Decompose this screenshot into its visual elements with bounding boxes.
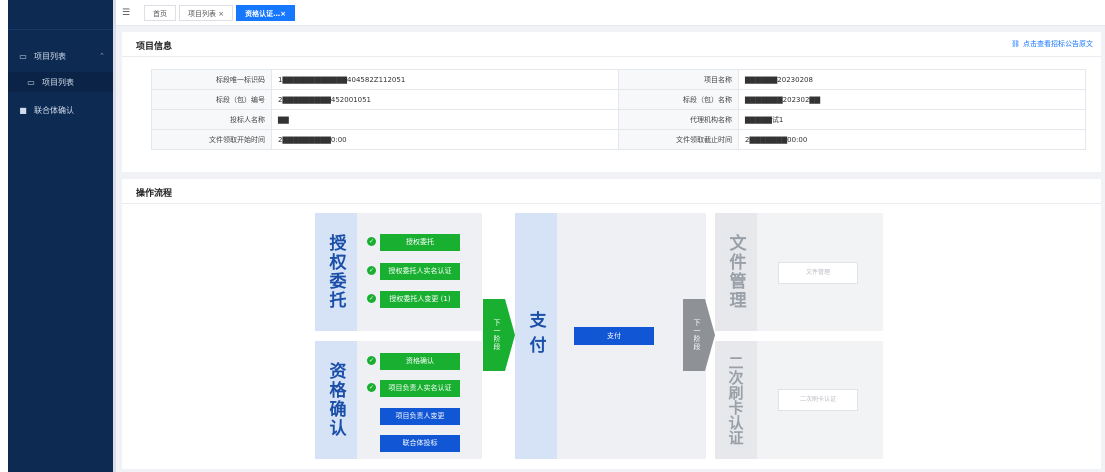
sidebar-item-label: 联合体确认: [34, 105, 74, 115]
field-value: ▇▇: [271, 109, 619, 130]
field-value: ▇▇▇▇▇▇20230208: [738, 69, 1086, 90]
field-value: 1▇▇▇▇▇▇▇▇▇▇▇▇404582Z112051: [271, 69, 619, 90]
field-label: 项目名称: [618, 69, 739, 90]
left-gutter: [0, 0, 8, 472]
sidebar-item-label: 项目列表: [42, 77, 74, 87]
field-label: 文件领取截止时间: [618, 129, 739, 150]
field-label: 投标人名称: [151, 109, 272, 130]
second-card-auth-button[interactable]: 二次刷卡认证: [778, 389, 858, 411]
tab-qualification[interactable]: 资格认证…×: [236, 4, 295, 21]
chevron-up-icon[interactable]: ⌃: [99, 52, 105, 60]
step-authorization[interactable]: 授权委托: [380, 234, 460, 251]
sidebar-item-project-list-group[interactable]: ▭ 项目列表 ⌃: [8, 46, 113, 66]
chat-icon: ■: [19, 105, 27, 115]
project-info-table: 标段唯一标识码 1▇▇▇▇▇▇▇▇▇▇▇▇404582Z112051 项目名称 …: [151, 69, 1086, 150]
step-authorizer-realname[interactable]: 授权委托人实名认证: [380, 263, 460, 280]
process-card: 操作流程 授权委托 ✓ 授权委托 ✓ 授权委托人实名认证 ✓ 授权委托人变更 (…: [122, 179, 1101, 469]
announcement-link[interactable]: ⛓ 点击查看招标公告原文: [1011, 39, 1093, 49]
process-flow: 授权委托 ✓ 授权委托 ✓ 授权委托人实名认证 ✓ 授权委托人变更 (1) 资格…: [122, 179, 1101, 469]
next-stage-label: 下一阶段: [693, 319, 701, 351]
stage-qualification-title: 资格确认: [325, 362, 346, 438]
next-stage-arrow: 下一阶段: [483, 299, 515, 371]
stage-card-title: 二次刷卡认证: [726, 355, 745, 445]
tab-project-list[interactable]: 项目列表 ×: [179, 4, 234, 21]
step-qualification-confirm[interactable]: 资格确认: [380, 353, 460, 370]
tab-bar: ☰ 首页 项目列表 × 资格认证…×: [116, 0, 1105, 26]
step-authorizer-change[interactable]: 授权委托人变更 (1): [380, 291, 460, 308]
table-row: 标段（包）编号 2▇▇▇▇▇▇▇▇▇452001051 标段（包）名称 ▇▇▇▇…: [151, 89, 1086, 110]
check-icon: ✓: [367, 266, 376, 275]
step-pm-change[interactable]: 项目负责人变更: [380, 408, 460, 425]
table-row: 文件领取开始时间 2▇▇▇▇▇▇▇▇▇0:00 文件领取截止时间 2▇▇▇▇▇▇…: [151, 129, 1086, 150]
folder-icon: ▭: [19, 51, 27, 61]
next-stage-label: 下一阶段: [493, 319, 501, 351]
step-consortium-bid[interactable]: 联合体投标: [380, 435, 460, 452]
next-stage-arrow: 下一阶段: [683, 299, 715, 371]
field-value: 2▇▇▇▇▇▇▇▇▇452001051: [271, 89, 619, 110]
sidebar-item-project-list[interactable]: ▭ 项目列表: [8, 72, 113, 92]
step-pm-realname[interactable]: 项目负责人实名认证: [380, 380, 460, 397]
link-icon: ⛓: [1011, 40, 1020, 48]
main-area: 项目信息 ⛓ 点击查看招标公告原文 标段唯一标识码 1▇▇▇▇▇▇▇▇▇▇▇▇40…: [116, 26, 1105, 472]
section-title: 项目信息: [136, 42, 173, 52]
check-icon: ✓: [367, 383, 376, 392]
stage-payment-title: 支付: [525, 311, 546, 361]
field-value: ▇▇▇▇▇试1: [738, 109, 1086, 130]
sidebar-item-label: 项目列表: [34, 51, 66, 61]
sidebar-brand: [8, 0, 113, 30]
field-value: 2▇▇▇▇▇▇▇▇▇0:00: [271, 129, 619, 150]
sidebar-item-consortium-confirm[interactable]: ■ 联合体确认: [8, 100, 113, 120]
field-value: 2▇▇▇▇▇▇▇00:00: [738, 129, 1086, 150]
sidebar: ▭ 项目列表 ⌃ ▭ 项目列表 ■ 联合体确认: [8, 0, 113, 472]
check-icon: ✓: [367, 356, 376, 365]
field-value: ▇▇▇▇▇▇▇202302▇▇: [738, 89, 1086, 110]
field-label: 文件领取开始时间: [151, 129, 272, 150]
table-row: 投标人名称 ▇▇ 代理机构名称 ▇▇▇▇▇试1: [151, 109, 1086, 130]
announcement-link-label: 点击查看招标公告原文: [1023, 40, 1093, 48]
divider: [122, 56, 1101, 57]
pay-button[interactable]: 支付: [574, 327, 654, 345]
file-management-button[interactable]: 文件管理: [778, 262, 858, 284]
tab-home[interactable]: 首页: [144, 4, 176, 21]
field-label: 标段（包）编号: [151, 89, 272, 110]
field-label: 标段（包）名称: [618, 89, 739, 110]
table-row: 标段唯一标识码 1▇▇▇▇▇▇▇▇▇▇▇▇404582Z112051 项目名称 …: [151, 69, 1086, 90]
stage-authorization-title: 授权委托: [325, 234, 346, 310]
field-label: 代理机构名称: [618, 109, 739, 130]
field-label: 标段唯一标识码: [151, 69, 272, 90]
check-icon: ✓: [367, 294, 376, 303]
folder-icon: ▭: [27, 77, 35, 87]
menu-toggle-icon[interactable]: ☰: [122, 8, 134, 18]
app-root: ▭ 项目列表 ⌃ ▭ 项目列表 ■ 联合体确认 ☰ 首页 项目列表 × 资格认证…: [0, 0, 1105, 472]
check-icon: ✓: [367, 237, 376, 246]
project-info-card: 项目信息 ⛓ 点击查看招标公告原文 标段唯一标识码 1▇▇▇▇▇▇▇▇▇▇▇▇40…: [122, 32, 1101, 172]
stage-file-title: 文件管理: [725, 234, 746, 310]
